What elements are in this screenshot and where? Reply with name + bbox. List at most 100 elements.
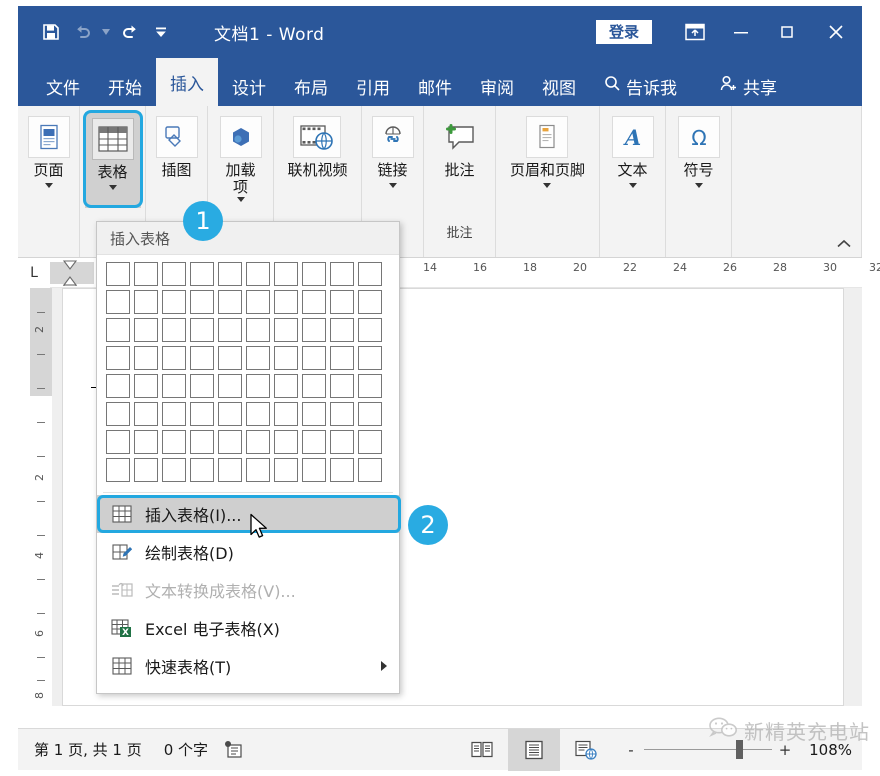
tab-tell-me[interactable]: 告诉我: [590, 66, 691, 106]
table-grid-cell[interactable]: [218, 346, 242, 370]
vertical-ruler[interactable]: 2 2 4 6 8: [26, 288, 52, 706]
table-dropdown-menu[interactable]: 插入表格 插入表格(I)... 绘制表格(D) 文本转换成表格(V)...: [96, 221, 400, 694]
read-mode-icon[interactable]: [456, 729, 508, 771]
table-grid-cell[interactable]: [358, 346, 382, 370]
ribbon-button-table[interactable]: 表格: [85, 112, 141, 208]
table-grid-cell[interactable]: [274, 402, 298, 426]
table-grid-cell[interactable]: [190, 346, 214, 370]
table-grid-cell[interactable]: [162, 402, 186, 426]
table-grid-cell[interactable]: [302, 290, 326, 314]
proofing-icon[interactable]: [224, 740, 243, 759]
tab-home[interactable]: 开始: [94, 66, 156, 106]
zoom-in-button[interactable]: +: [776, 741, 794, 759]
table-grid-cell[interactable]: [218, 262, 242, 286]
table-grid-cell[interactable]: [190, 458, 214, 482]
table-grid-cell[interactable]: [302, 262, 326, 286]
close-icon[interactable]: [810, 6, 862, 58]
table-grid-cell[interactable]: [218, 458, 242, 482]
table-grid-cell[interactable]: [190, 262, 214, 286]
table-grid-cell[interactable]: [330, 318, 354, 342]
tab-mailings[interactable]: 邮件: [404, 66, 466, 106]
redo-icon[interactable]: [114, 17, 144, 47]
maximize-icon[interactable]: [764, 6, 810, 58]
table-grid-cell[interactable]: [330, 458, 354, 482]
table-grid-cell[interactable]: [274, 290, 298, 314]
table-grid-cell[interactable]: [162, 346, 186, 370]
table-grid-cell[interactable]: [358, 402, 382, 426]
table-grid-cell[interactable]: [190, 374, 214, 398]
table-size-grid[interactable]: [97, 255, 399, 490]
menu-item-excel-spreadsheet[interactable]: X Excel 电子表格(X): [97, 609, 399, 647]
zoom-out-button[interactable]: -: [622, 741, 640, 759]
undo-dropdown-icon[interactable]: [100, 17, 112, 47]
table-grid-cell[interactable]: [162, 458, 186, 482]
table-grid-cell[interactable]: [134, 318, 158, 342]
table-grid-cell[interactable]: [134, 374, 158, 398]
sign-in-button[interactable]: 登录: [596, 20, 652, 45]
save-icon[interactable]: [36, 17, 66, 47]
ribbon-button-online-video[interactable]: 联机视频: [281, 112, 353, 181]
table-grid-cell[interactable]: [246, 430, 270, 454]
zoom-slider-thumb[interactable]: [736, 740, 743, 759]
table-grid-cell[interactable]: [106, 262, 130, 286]
table-grid-cell[interactable]: [218, 290, 242, 314]
table-grid-cell[interactable]: [246, 346, 270, 370]
table-grid-cell[interactable]: [106, 374, 130, 398]
chevron-down-icon[interactable]: [237, 197, 245, 202]
tab-design[interactable]: 设计: [218, 66, 280, 106]
customize-qat-icon[interactable]: [146, 17, 176, 47]
table-grid-cell[interactable]: [274, 430, 298, 454]
tab-references[interactable]: 引用: [342, 66, 404, 106]
table-grid-cell[interactable]: [106, 430, 130, 454]
tab-file[interactable]: 文件: [32, 66, 94, 106]
table-grid-cell[interactable]: [358, 318, 382, 342]
table-grid-cell[interactable]: [274, 346, 298, 370]
table-grid-cell[interactable]: [274, 374, 298, 398]
table-grid-cell[interactable]: [274, 318, 298, 342]
table-grid-cell[interactable]: [274, 262, 298, 286]
table-grid-cell[interactable]: [358, 430, 382, 454]
undo-icon[interactable]: [68, 17, 98, 47]
ribbon-display-options-icon[interactable]: [672, 6, 718, 58]
table-grid-cell[interactable]: [134, 430, 158, 454]
table-grid-cell[interactable]: [162, 262, 186, 286]
table-grid-cell[interactable]: [330, 430, 354, 454]
ribbon-button-pages[interactable]: 页面: [21, 112, 77, 190]
tab-review[interactable]: 审阅: [466, 66, 528, 106]
table-grid-cell[interactable]: [302, 318, 326, 342]
table-grid-cell[interactable]: [330, 402, 354, 426]
table-grid-cell[interactable]: [246, 290, 270, 314]
chevron-down-icon[interactable]: [389, 183, 397, 188]
table-grid-cell[interactable]: [162, 430, 186, 454]
menu-item-insert-table[interactable]: 插入表格(I)...: [97, 495, 399, 533]
table-grid-cell[interactable]: [302, 374, 326, 398]
table-grid-cell[interactable]: [134, 402, 158, 426]
table-grid-cell[interactable]: [330, 346, 354, 370]
tab-view[interactable]: 视图: [528, 66, 590, 106]
first-line-indent-marker[interactable]: [62, 260, 78, 290]
table-grid-cell[interactable]: [302, 346, 326, 370]
table-grid-cell[interactable]: [162, 318, 186, 342]
menu-item-draw-table[interactable]: 绘制表格(D): [97, 533, 399, 571]
chevron-down-icon[interactable]: [695, 183, 703, 188]
table-grid-cell[interactable]: [246, 458, 270, 482]
table-grid-cell[interactable]: [106, 458, 130, 482]
table-grid-cell[interactable]: [302, 458, 326, 482]
print-layout-icon[interactable]: [508, 729, 560, 771]
table-grid-cell[interactable]: [358, 290, 382, 314]
table-grid-cell[interactable]: [358, 262, 382, 286]
tab-stop-selector[interactable]: L: [18, 258, 50, 288]
table-grid-cell[interactable]: [274, 458, 298, 482]
zoom-control[interactable]: - +: [622, 741, 794, 759]
table-grid-cell[interactable]: [106, 290, 130, 314]
table-grid-cell[interactable]: [106, 346, 130, 370]
table-grid-cell[interactable]: [162, 374, 186, 398]
table-grid-cell[interactable]: [246, 374, 270, 398]
zoom-level[interactable]: 108%: [800, 741, 852, 759]
table-grid-cell[interactable]: [330, 290, 354, 314]
table-grid-cell[interactable]: [218, 430, 242, 454]
table-grid-cell[interactable]: [330, 374, 354, 398]
table-grid-cell[interactable]: [218, 374, 242, 398]
table-grid-cell[interactable]: [218, 318, 242, 342]
web-layout-icon[interactable]: [560, 729, 612, 771]
